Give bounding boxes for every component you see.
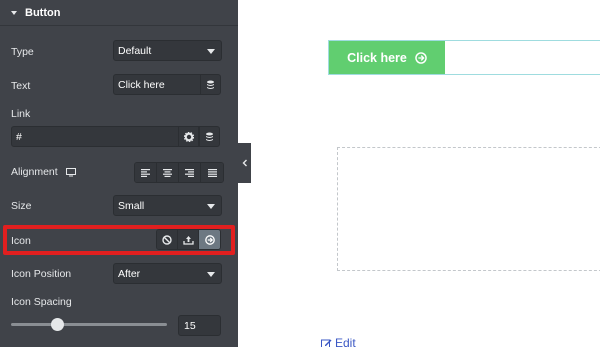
icon-position-select[interactable]: After bbox=[113, 263, 222, 284]
type-label: Type bbox=[11, 46, 34, 58]
collapse-panel-button[interactable] bbox=[238, 143, 251, 183]
ban-icon bbox=[162, 234, 172, 245]
editor-panel: Button Type Default Text Click here Link… bbox=[0, 0, 238, 347]
dynamic-tags-button[interactable] bbox=[200, 74, 221, 95]
align-center-button[interactable] bbox=[157, 163, 179, 182]
align-left-icon bbox=[141, 168, 150, 177]
section-title: Button bbox=[25, 6, 61, 19]
type-select[interactable]: Default bbox=[113, 40, 222, 61]
link-input-value: # bbox=[16, 130, 22, 143]
icon-none-button[interactable] bbox=[157, 230, 178, 249]
alignment-control bbox=[134, 162, 224, 183]
icon-spacing-label: Icon Spacing bbox=[11, 296, 72, 308]
edit-link[interactable]: Edit bbox=[321, 336, 356, 347]
icon-spacing-input[interactable]: 15 bbox=[178, 315, 221, 336]
preview-button[interactable]: Click here bbox=[329, 41, 445, 74]
icon-label: Icon bbox=[11, 235, 31, 247]
caret-down-icon bbox=[11, 10, 17, 15]
link-label: Link bbox=[11, 108, 31, 120]
desktop-icon[interactable] bbox=[65, 167, 76, 177]
alignment-label: Alignment bbox=[11, 166, 58, 178]
align-justify-button[interactable] bbox=[201, 163, 223, 182]
icon-spacing-slider-track[interactable] bbox=[11, 323, 167, 326]
align-right-icon bbox=[185, 168, 194, 177]
preview-button-label: Click here bbox=[347, 50, 407, 65]
empty-section-placeholder[interactable] bbox=[337, 147, 600, 271]
icon-spacing-slider-thumb[interactable] bbox=[51, 318, 65, 331]
edit-label: Edit bbox=[335, 336, 356, 347]
icon-position-value: After bbox=[118, 267, 141, 280]
database-icon bbox=[207, 80, 214, 89]
icon-library-button[interactable] bbox=[199, 230, 220, 249]
size-label: Size bbox=[11, 200, 32, 212]
arrow-circle-right-icon bbox=[415, 51, 427, 64]
chevron-down-icon bbox=[207, 204, 215, 209]
chevron-left-icon bbox=[242, 159, 247, 167]
text-label: Text bbox=[11, 80, 31, 92]
icon-upload-button[interactable] bbox=[178, 230, 199, 249]
text-input-value: Click here bbox=[118, 78, 165, 91]
section-header-button[interactable]: Button bbox=[0, 0, 238, 26]
database-icon bbox=[206, 132, 213, 141]
align-left-button[interactable] bbox=[135, 163, 157, 182]
type-select-value: Default bbox=[118, 44, 152, 57]
icon-position-label: Icon Position bbox=[11, 268, 72, 280]
upload-icon bbox=[182, 235, 194, 245]
icon-control bbox=[156, 229, 221, 250]
align-justify-icon bbox=[207, 168, 217, 177]
chevron-down-icon bbox=[207, 272, 215, 277]
size-select[interactable]: Small bbox=[113, 195, 222, 216]
alignment-label-row: Alignment bbox=[11, 166, 76, 178]
text-input[interactable]: Click here bbox=[113, 74, 201, 95]
align-center-icon bbox=[163, 168, 172, 177]
preview-canvas: Click here Edit bbox=[251, 0, 600, 347]
align-right-button[interactable] bbox=[179, 163, 201, 182]
chevron-down-icon bbox=[207, 49, 215, 54]
gear-icon bbox=[183, 131, 194, 142]
icon-spacing-value: 15 bbox=[184, 319, 196, 332]
link-options-button[interactable] bbox=[178, 126, 199, 147]
link-dynamic-tags-button[interactable] bbox=[199, 126, 220, 147]
link-input[interactable]: # bbox=[11, 126, 179, 147]
edit-icon bbox=[321, 339, 332, 347]
size-select-value: Small bbox=[118, 199, 145, 212]
arrow-circle-right-icon bbox=[204, 234, 215, 245]
